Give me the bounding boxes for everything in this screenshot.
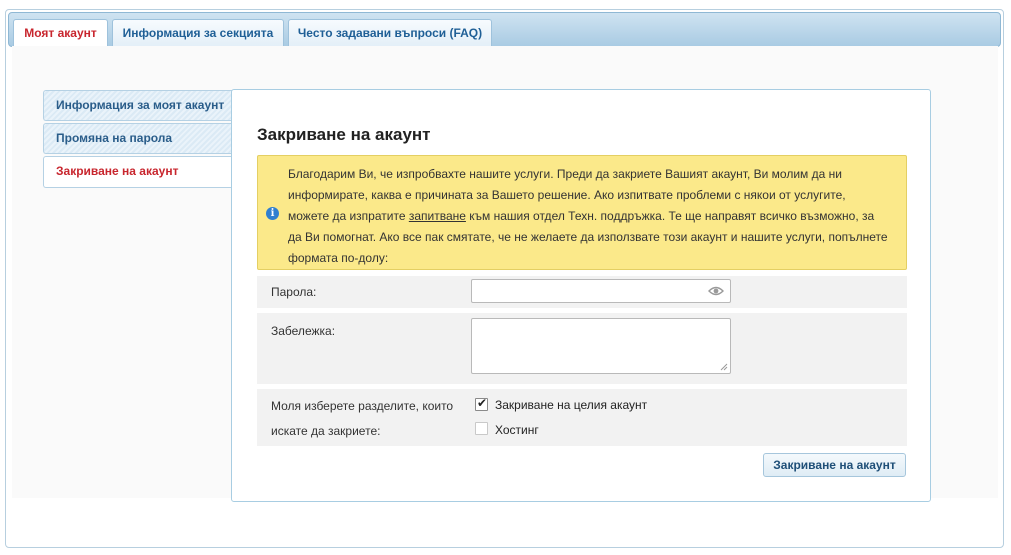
- note-textarea[interactable]: [471, 318, 731, 374]
- password-input[interactable]: [471, 279, 731, 303]
- close-account-button[interactable]: Закриване на акаунт: [763, 453, 906, 477]
- info-notice: i Благодарим Ви, че изпробвахте нашите у…: [257, 155, 907, 270]
- sidebar-item-close-account[interactable]: Закриване на акаунт: [43, 156, 233, 188]
- tab-section-info[interactable]: Информация за секцията: [112, 19, 284, 48]
- close-whole-account-label[interactable]: Закриване на целия акаунт: [495, 398, 647, 412]
- close-account-panel: Закриване на акаунт i Благодарим Ви, че …: [231, 89, 931, 502]
- resize-handle-icon[interactable]: [720, 363, 728, 371]
- tab-my-account[interactable]: Моят акаунт: [13, 19, 108, 48]
- sections-label: Моля изберете разделите, които искате да…: [271, 399, 454, 438]
- hosting-checkbox[interactable]: [475, 422, 488, 435]
- tab-faq[interactable]: Често задавани въпроси (FAQ): [288, 19, 492, 48]
- sidebar-item-change-password[interactable]: Промяна на парола: [43, 123, 233, 154]
- password-label: Парола:: [271, 285, 317, 299]
- sidebar-item-account-info[interactable]: Информация за моят акаунт: [43, 90, 233, 121]
- password-row: Парола:: [257, 276, 907, 308]
- page-title: Закриване на акаунт: [257, 125, 431, 144]
- note-label: Забележка:: [271, 324, 336, 338]
- tab-bar: Моят акаунт Информация за секцията Често…: [8, 12, 1001, 48]
- eye-icon[interactable]: [708, 285, 724, 297]
- checkmark-icon: ✔: [477, 396, 488, 410]
- hosting-label[interactable]: Хостинг: [495, 423, 539, 437]
- sections-row: Моля изберете разделите, които искате да…: [257, 389, 907, 446]
- support-request-link[interactable]: запитване: [409, 209, 466, 223]
- close-whole-account-checkbox[interactable]: ✔: [475, 396, 488, 411]
- note-row: Забележка:: [257, 313, 907, 384]
- info-icon: i: [266, 207, 279, 220]
- notice-text: Благодарим Ви, че изпробвахте нашите усл…: [288, 164, 888, 269]
